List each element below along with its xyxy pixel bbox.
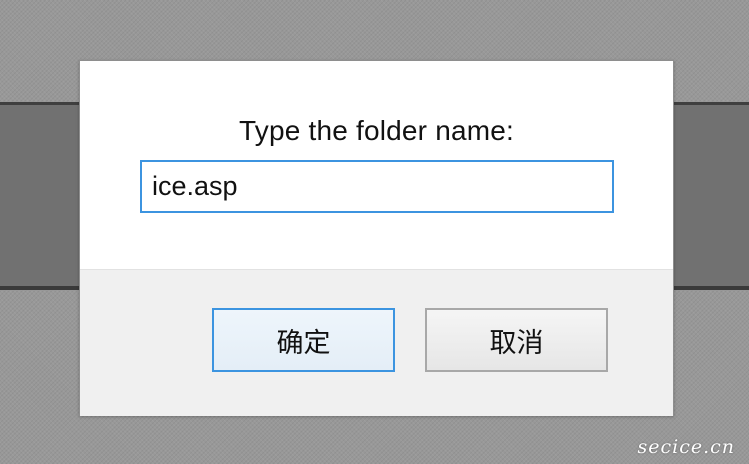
folder-name-dialog: Type the folder name: 确定 取消 [79,60,674,416]
cancel-button[interactable]: 取消 [425,308,608,372]
dialog-footer: 确定 取消 [80,269,673,416]
dialog-prompt: Type the folder name: [238,115,515,146]
dialog-content: Type the folder name: [80,61,673,269]
folder-name-input[interactable] [140,160,614,213]
ok-button[interactable]: 确定 [212,308,395,372]
watermark-text: secice.cn [637,436,735,458]
